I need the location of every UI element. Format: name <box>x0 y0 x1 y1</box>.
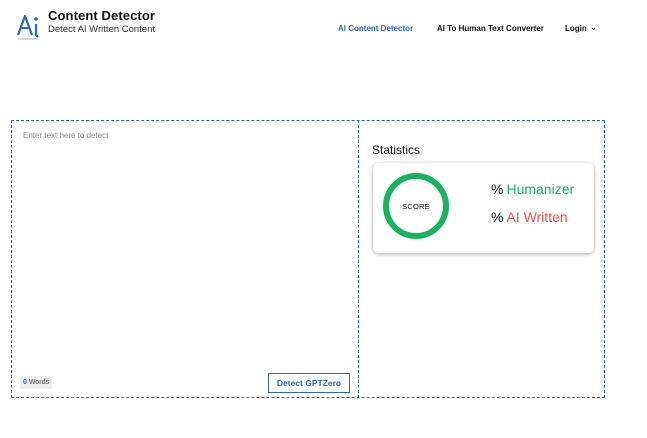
word-count-badge: 0 Words <box>20 376 52 389</box>
score-ring: SCORE <box>383 173 449 239</box>
detect-button[interactable]: Detect GPTZero <box>268 373 350 393</box>
text-input[interactable] <box>20 128 356 374</box>
word-count-label: Words <box>28 379 49 386</box>
statistics-title: Statistics <box>372 143 421 157</box>
logo-icon[interactable] <box>16 13 40 41</box>
login-label: Login <box>565 24 587 33</box>
panel-divider <box>358 120 359 398</box>
nav-ai-content-detector[interactable]: AI Content Detector <box>338 24 413 33</box>
nav-login[interactable]: Login ⌄ <box>565 24 597 33</box>
brand-subtitle: Detect AI Written Content <box>48 24 156 35</box>
nav-ai-to-human-converter[interactable]: AI To Human Text Converter <box>437 24 544 33</box>
humanizer-label: Humanizer <box>506 181 575 197</box>
chevron-down-icon: ⌄ <box>590 25 597 32</box>
humanizer-stat: % Humanizer <box>491 181 574 197</box>
word-count-value: 0 <box>23 379 27 386</box>
score-label: SCORE <box>402 201 430 211</box>
ai-written-percent: % <box>491 209 504 225</box>
ai-written-stat: % AI Written <box>491 209 568 225</box>
humanizer-percent: % <box>491 181 504 197</box>
brand-title[interactable]: Content Detector <box>48 8 155 23</box>
ai-written-label: AI Written <box>506 209 568 225</box>
